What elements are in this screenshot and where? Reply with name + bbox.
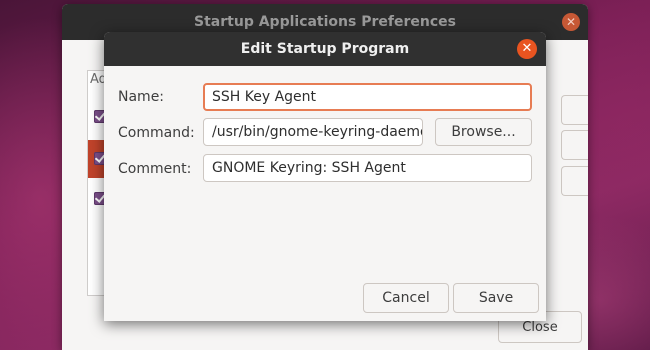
remove-button[interactable]: [561, 130, 588, 160]
edit-startup-program-dialog: Edit Startup Program ✕ Name: SSH Key Age…: [104, 32, 546, 321]
dialog-title: Edit Startup Program: [240, 41, 410, 57]
edit-button[interactable]: [561, 166, 588, 196]
save-button[interactable]: Save: [453, 283, 539, 313]
command-label: Command:: [118, 125, 195, 141]
window-close-icon[interactable]: ✕: [562, 13, 580, 31]
name-field[interactable]: SSH Key Agent: [203, 83, 532, 111]
dialog-titlebar: Edit Startup Program: [104, 32, 546, 66]
window-title: Startup Applications Preferences: [194, 14, 456, 30]
name-label: Name:: [118, 89, 165, 105]
cancel-button[interactable]: Cancel: [363, 283, 449, 313]
add-button[interactable]: [561, 95, 588, 125]
comment-label: Comment:: [118, 161, 192, 177]
comment-field[interactable]: GNOME Keyring: SSH Agent: [203, 154, 532, 182]
command-field[interactable]: /usr/bin/gnome-keyring-daemon --start --…: [203, 118, 423, 146]
browse-button[interactable]: Browse...: [435, 118, 532, 146]
dialog-close-icon[interactable]: ✕: [517, 39, 537, 59]
